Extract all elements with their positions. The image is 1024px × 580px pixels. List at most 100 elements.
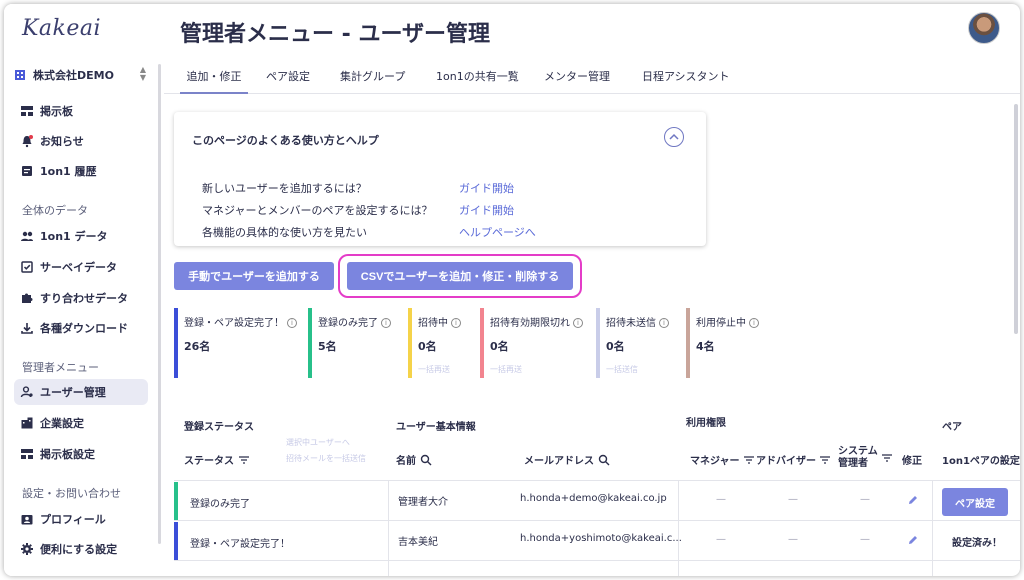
- table-divider: [174, 520, 1020, 521]
- bulk-resend-link[interactable]: 一括再送: [490, 364, 522, 375]
- sidebar-item-board-settings[interactable]: 掲示板設定: [14, 441, 148, 467]
- help-question: マネジャーとメンバーのペアを設定するには？: [202, 204, 433, 217]
- goto-selected-link[interactable]: 選択中ユーザーへ: [286, 437, 350, 448]
- tab-mentor-management[interactable]: メンター管理: [544, 68, 610, 94]
- column-header-status[interactable]: ステータス: [184, 452, 250, 467]
- table-divider: [174, 480, 1020, 481]
- download-icon: [21, 323, 33, 334]
- stat-label: 登録・ペア設定完了！ i: [184, 314, 297, 329]
- people-icon: [21, 231, 33, 241]
- column-header-edit: 修正: [902, 456, 922, 467]
- sidebar-item-label: ユーザー管理: [40, 386, 106, 399]
- avatar[interactable]: [968, 12, 1000, 44]
- table-divider: [174, 560, 1020, 561]
- sidebar-item-download[interactable]: 各種ダウンロード: [14, 315, 148, 341]
- help-question: 新しいユーザーを追加するには？: [202, 182, 367, 195]
- filter-icon[interactable]: [238, 455, 250, 465]
- column-header-name[interactable]: 名前: [396, 452, 432, 467]
- help-title: このページのよくある使い方とヘルプ: [192, 134, 379, 147]
- tab-bar: 追加・修正 ペア設定 集計グループ 1on1の共有一覧 メンター管理 日程アシス…: [164, 62, 1020, 94]
- sidebar-item-survey[interactable]: サーベイデータ: [14, 254, 148, 280]
- row-manager: —: [716, 534, 726, 545]
- info-icon[interactable]: i: [749, 318, 759, 328]
- row-advisor: —: [788, 534, 798, 545]
- stat-label: 招待未送信 i: [606, 314, 669, 329]
- sidebar-item-1on1-data[interactable]: 1on1 データ: [14, 223, 148, 249]
- info-icon[interactable]: i: [381, 318, 391, 328]
- main-scrollbar[interactable]: [1014, 104, 1018, 334]
- pair-setting-button[interactable]: ペア設定: [942, 488, 1008, 516]
- tab-1on1-share-list[interactable]: 1on1の共有一覧: [436, 68, 519, 94]
- column-header-pair-setting: 1on1ペアの設定: [942, 456, 1020, 467]
- info-icon[interactable]: i: [573, 318, 583, 328]
- info-icon[interactable]: i: [659, 318, 669, 328]
- column-header-advisor[interactable]: アドバイザー: [756, 452, 831, 467]
- tab-aggregation-group[interactable]: 集計グループ: [340, 68, 405, 94]
- sidebar-item-label: 1on1 データ: [40, 230, 108, 243]
- bell-icon: [22, 135, 33, 148]
- sidebar-item-preferences[interactable]: 便利にする設定: [14, 536, 148, 562]
- column-label: システム 管理者: [838, 446, 878, 470]
- column-label: ステータス: [184, 456, 234, 467]
- guide-start-link[interactable]: ガイド開始: [459, 180, 514, 196]
- row-sysadmin: —: [860, 534, 870, 545]
- page-title: 管理者メニュー - ユーザー管理: [180, 22, 491, 47]
- sidebar-item-label: サーベイデータ: [40, 261, 117, 274]
- sidebar-item-label: プロフィール: [40, 513, 106, 526]
- group-header-pair: ペア: [942, 422, 962, 433]
- group-header-permission: 利用権限: [686, 418, 726, 429]
- info-icon[interactable]: i: [287, 318, 297, 328]
- stat-value: 0名: [606, 340, 625, 353]
- sidebar-item-history[interactable]: 1on1 履歴: [14, 158, 148, 184]
- group-header-basic: ユーザー基本情報: [396, 422, 476, 433]
- row-advisor: —: [788, 494, 798, 505]
- sidebar-item-user-management[interactable]: ユーザー管理: [14, 379, 148, 405]
- sidebar-item-label: 掲示板設定: [40, 448, 95, 461]
- column-header-email[interactable]: メールアドレス: [524, 452, 610, 467]
- app-logo[interactable]: Kakeai: [22, 16, 101, 41]
- sidebar-item-board[interactable]: 掲示板: [14, 98, 148, 124]
- sidebar-item-profile[interactable]: プロフィール: [14, 506, 148, 532]
- info-icon[interactable]: i: [451, 318, 461, 328]
- stat-label: 招待有効期限切れ i: [490, 314, 583, 329]
- bulk-invite-link[interactable]: 招待メールを一括送信: [286, 453, 366, 464]
- tab-add-edit[interactable]: 追加・修正: [180, 68, 248, 94]
- bulk-send-link[interactable]: 一括送信: [606, 364, 638, 375]
- column-divider: [388, 480, 389, 576]
- filter-icon[interactable]: [743, 455, 755, 465]
- pencil-icon[interactable]: [907, 534, 919, 546]
- column-label-line: 管理者: [838, 458, 868, 469]
- stat-card-complete: 登録・ペア設定完了！ i 26名: [174, 308, 300, 378]
- filter-icon[interactable]: [881, 453, 893, 463]
- search-icon[interactable]: [598, 454, 610, 466]
- pencil-icon[interactable]: [907, 494, 919, 506]
- column-header-manager[interactable]: マネジャー: [690, 452, 755, 467]
- collapse-button[interactable]: [664, 127, 684, 147]
- group-header-status: 登録ステータス: [184, 422, 254, 433]
- section-label-admin: 管理者メニュー: [22, 361, 99, 374]
- bulk-resend-link[interactable]: 一括再送: [418, 364, 450, 375]
- filter-icon[interactable]: [819, 455, 831, 465]
- tab-pair-settings[interactable]: ペア設定: [266, 68, 310, 94]
- board-icon: [21, 449, 33, 459]
- sidebar-item-alignment[interactable]: すり合わせデータ: [14, 285, 148, 311]
- sidebar-item-notice[interactable]: お知らせ: [14, 128, 148, 154]
- column-divider: [932, 480, 933, 576]
- guide-start-link[interactable]: ガイド開始: [459, 202, 514, 218]
- sidebar-scrollbar[interactable]: [158, 64, 161, 544]
- sidebar-item-label: お知らせ: [40, 135, 84, 148]
- stat-value: 0名: [490, 340, 509, 353]
- search-icon[interactable]: [420, 454, 432, 466]
- stat-label: 登録のみ完了 i: [318, 314, 391, 329]
- row-status: 登録のみ完了: [190, 499, 250, 510]
- sidebar-item-company-settings[interactable]: 企業設定: [14, 410, 148, 436]
- building-icon: [15, 70, 25, 80]
- stat-value: 4名: [696, 340, 715, 353]
- company-switcher[interactable]: 株式会社DEMO ▲ ▼: [14, 64, 148, 86]
- stat-color-bar: [686, 308, 690, 378]
- tab-schedule-assistant[interactable]: 日程アシスタント: [642, 68, 730, 94]
- stat-color-bar: [174, 308, 178, 378]
- add-user-manually-button[interactable]: 手動でユーザーを追加する: [174, 262, 334, 290]
- help-page-link[interactable]: ヘルプページへ: [459, 224, 536, 240]
- column-header-sysadmin[interactable]: システム 管理者: [838, 446, 893, 470]
